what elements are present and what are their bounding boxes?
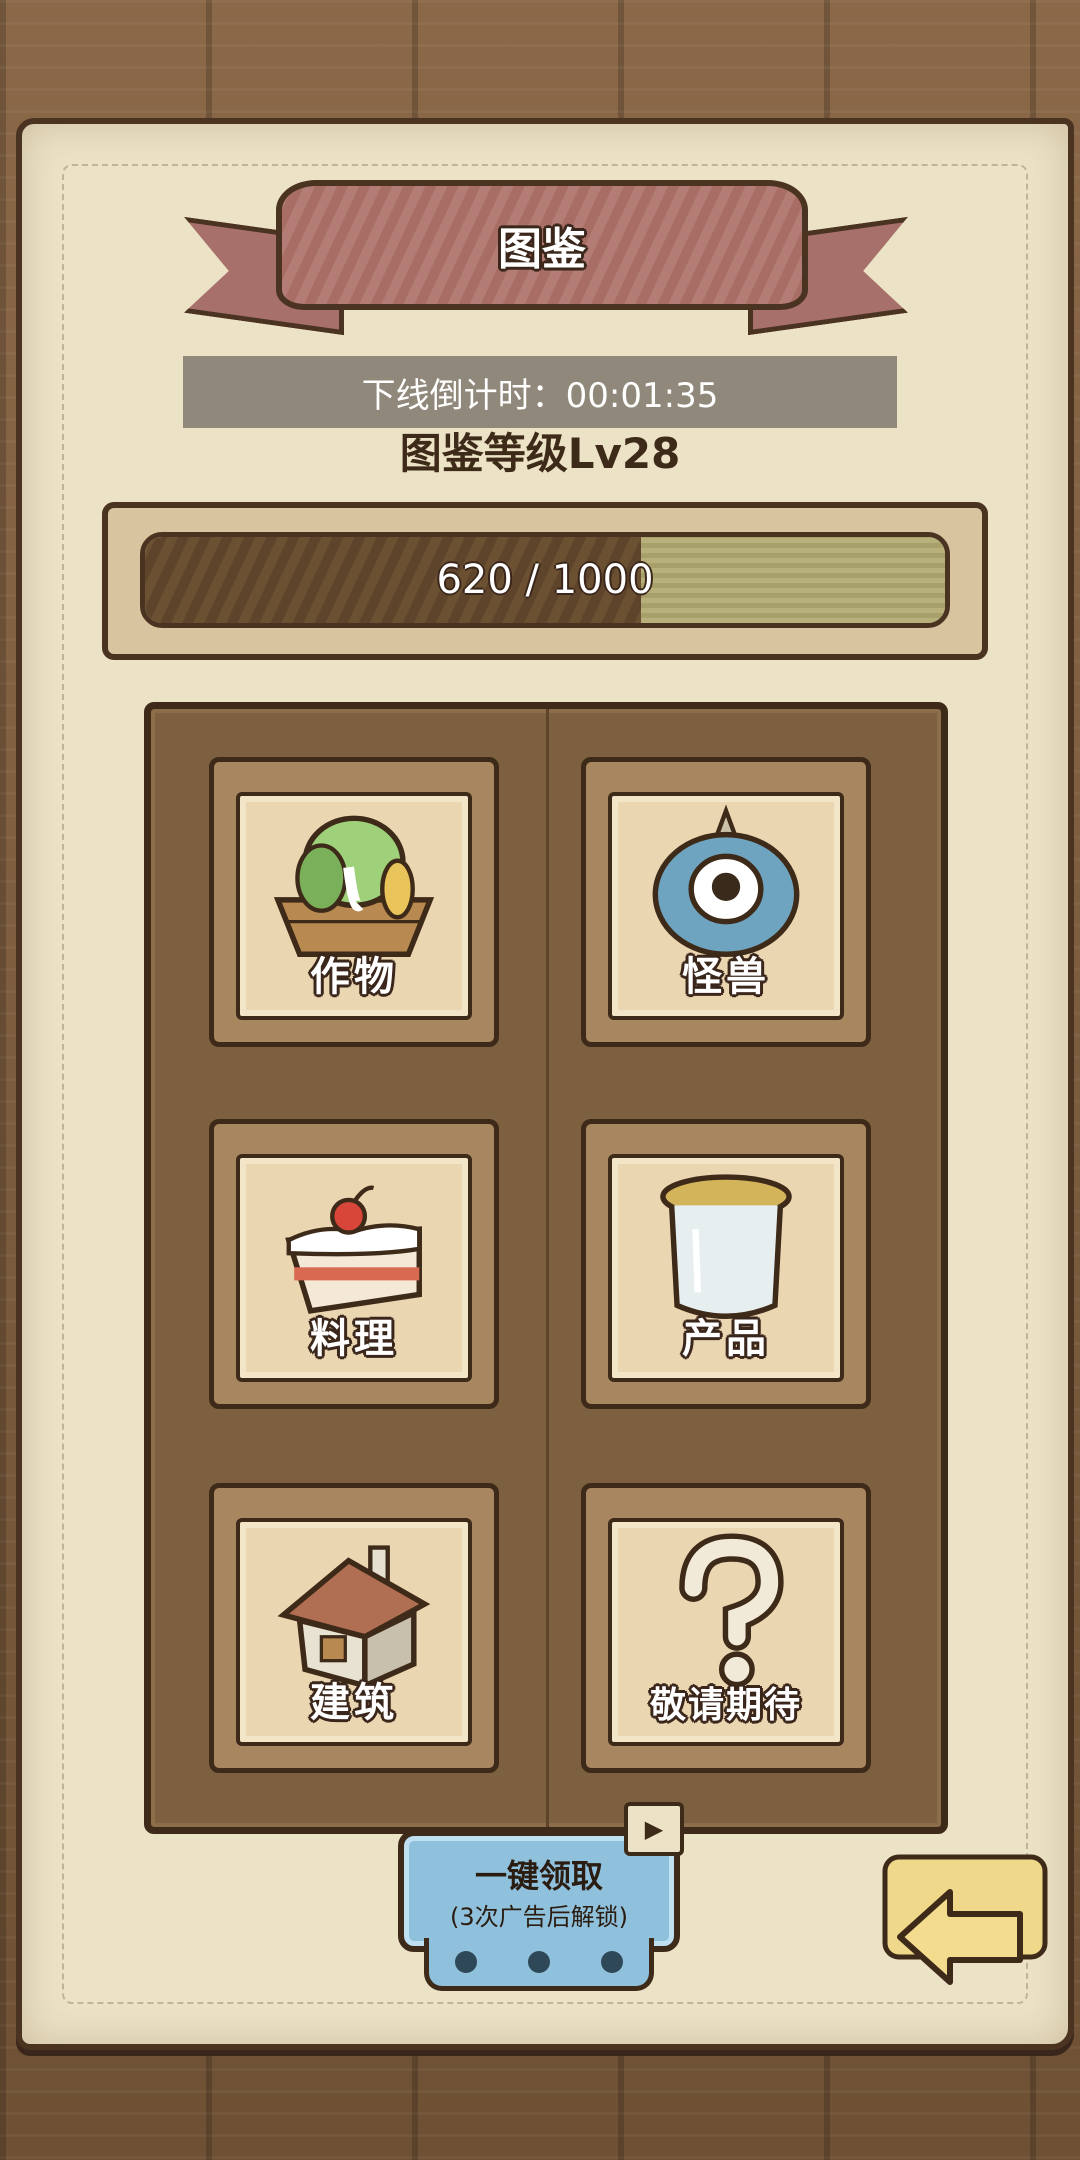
category-label: 建筑 [310,1680,398,1726]
collection-level: 图鉴等级Lv28 [399,429,681,478]
claim-button-label: 一键领取 [474,1856,603,1895]
tile-inner: 作物 [236,792,472,1020]
category-label: 料理 [310,1316,398,1362]
progress-frame: 620 / 1000 [102,502,988,660]
category-label: 敬请期待 [649,1685,802,1726]
category-tile-monsters[interactable]: 怪兽 [581,757,871,1047]
dot-icon [454,1951,477,1973]
category-tile-products[interactable]: 产品 [581,1119,871,1409]
progress-bar: 620 / 1000 [140,532,950,628]
category-board: 作物 怪兽 料理 产品 建筑 敬请期待 [144,702,948,1834]
category-tile-buildings[interactable]: 建筑 [209,1483,499,1773]
back-button[interactable] [880,1852,1050,2002]
tile-inner: 敬请期待 [608,1518,844,1746]
claim-button-sublabel: (3次广告后解锁) [450,1902,628,1931]
category-label: 作物 [310,954,398,1000]
video-ad-icon: ▶ [624,1802,684,1856]
dot-icon [527,1951,550,1973]
offline-countdown: 下线倒计时：00:01:35 [183,356,897,428]
title-ribbon: 图鉴 [276,180,808,310]
back-arrow-icon [882,1854,1048,1985]
claim-button-base [424,1938,654,1991]
tile-inner: 产品 [608,1154,844,1382]
tile-inner: 怪兽 [608,792,844,1020]
category-label: 产品 [682,1316,770,1362]
dot-icon [601,1951,624,1973]
category-tile-crops[interactable]: 作物 [209,757,499,1047]
page-title: 图鉴 [498,224,586,275]
category-tile-coming-soon[interactable]: 敬请期待 [581,1483,871,1773]
tile-inner: 料理 [236,1154,472,1382]
category-label: 怪兽 [682,954,770,1000]
tile-inner: 建筑 [236,1518,472,1746]
category-tile-cuisine[interactable]: 料理 [209,1119,499,1409]
progress-text: 620 / 1000 [436,557,654,603]
